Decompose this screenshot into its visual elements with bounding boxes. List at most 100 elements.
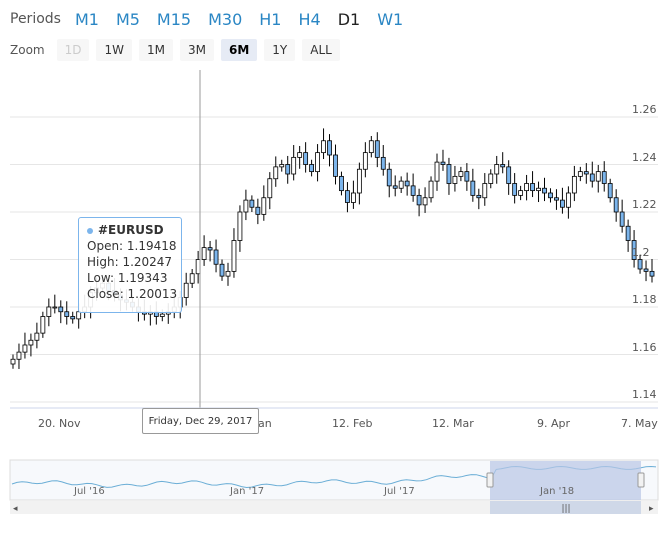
candle-body — [159, 313, 165, 317]
candle-body — [464, 171, 470, 182]
candle-body — [434, 161, 440, 182]
candle-body — [422, 197, 428, 206]
y-label: 1.2 — [632, 245, 650, 259]
candle-body — [10, 358, 16, 365]
candle-body — [303, 152, 309, 165]
x-label-12-mar: 12. Mar — [432, 417, 474, 430]
tooltip-open: Open: 1.19418 — [87, 239, 177, 253]
candle-body — [291, 156, 297, 175]
candle-body — [619, 211, 625, 227]
candle-body — [255, 206, 261, 215]
tooltip-close: Close: 1.20013 — [87, 287, 178, 301]
y-label: 1.18 — [632, 293, 657, 306]
candle-body — [625, 225, 631, 241]
candle-body — [339, 175, 344, 192]
zoom-label: Zoom — [10, 43, 45, 57]
candle-body — [261, 197, 267, 215]
candle-body — [52, 306, 58, 309]
candle-body — [428, 180, 434, 199]
period-m5[interactable]: M5 — [116, 10, 140, 29]
zoom-all-button[interactable]: ALL — [302, 39, 340, 61]
periods-label: Periods — [10, 11, 61, 27]
candle-body — [345, 190, 350, 203]
scroll-right-arrow-icon[interactable]: ▸ — [649, 504, 654, 514]
candle-body — [327, 140, 332, 156]
candle-body — [40, 316, 46, 334]
candle-body — [446, 164, 452, 184]
candle-body — [512, 183, 518, 196]
tooltip-low: Low: 1.19343 — [87, 271, 168, 285]
candle-body — [189, 273, 195, 284]
candle-body — [22, 344, 28, 353]
candle-body — [16, 351, 22, 360]
nav-label-jul-17: Jul '17 — [384, 486, 415, 497]
candle-body — [183, 282, 189, 298]
nav-label-jan-17: Jan '17 — [230, 486, 265, 497]
candle-body — [213, 249, 219, 265]
zoom-1m-button[interactable]: 1M — [138, 39, 173, 61]
y-label: 1.22 — [632, 198, 657, 211]
scrollbar-grip-icon: ||| — [561, 504, 570, 514]
candle-body — [309, 164, 314, 173]
candle-body — [506, 166, 512, 184]
candle-body — [452, 175, 458, 184]
candle-body — [34, 332, 40, 341]
candle-body — [237, 211, 243, 241]
candle-body — [333, 154, 338, 177]
candle-body — [70, 316, 76, 320]
period-w1[interactable]: W1 — [377, 10, 403, 29]
candle-body — [470, 180, 476, 196]
candle-body — [207, 247, 213, 251]
candle-body — [201, 247, 207, 260]
series-dot-icon — [87, 227, 93, 234]
navigator-handle-right[interactable] — [637, 472, 645, 488]
candle-body — [488, 173, 494, 184]
candle-body — [476, 194, 482, 199]
y-label: 1.26 — [632, 103, 657, 116]
candle-body — [595, 171, 601, 182]
x-label-7-may: 7. May — [621, 417, 658, 430]
candle-body — [542, 187, 547, 194]
candle-body — [637, 259, 643, 270]
candle-body — [577, 171, 583, 177]
candle-body — [225, 270, 231, 277]
zoom-1w-button[interactable]: 1W — [96, 39, 132, 61]
candle-body — [548, 192, 553, 199]
candle-body — [368, 140, 374, 154]
period-d1[interactable]: D1 — [338, 10, 361, 29]
candle-body — [404, 180, 410, 187]
candle-body — [554, 197, 559, 201]
y-label: 1.24 — [632, 150, 657, 164]
zoom-1y-button[interactable]: 1Y — [264, 39, 296, 61]
candle-body — [321, 140, 326, 154]
candle-body — [560, 199, 565, 208]
candle-body — [243, 199, 249, 213]
y-label: 1.14 — [632, 388, 657, 401]
candle-body — [494, 164, 500, 175]
zoom-6m-button[interactable]: 6M — [220, 39, 258, 61]
period-m15[interactable]: M15 — [157, 10, 191, 29]
zoom-3m-button[interactable]: 3M — [179, 39, 214, 61]
scroll-left-arrow-icon[interactable]: ◂ — [13, 504, 18, 514]
candle-body — [601, 171, 607, 184]
nav-label-jul-16: Jul '16 — [74, 486, 105, 497]
navigator-handle-left[interactable] — [486, 472, 494, 488]
candle-body — [392, 185, 398, 189]
candle-body — [613, 197, 619, 213]
candle-body — [583, 171, 589, 175]
tooltip-high: High: 1.20247 — [87, 255, 173, 269]
periods-bar: Periods M1 M5 M15 M30 H1 H4 D1 W1 — [10, 6, 420, 32]
period-m1[interactable]: M1 — [75, 10, 99, 29]
candle-body — [398, 180, 404, 189]
candle-body — [482, 183, 488, 199]
candle-body — [643, 268, 649, 272]
candle-body — [386, 168, 392, 187]
candle-body — [231, 240, 237, 272]
candle-body — [362, 152, 368, 170]
candle-body — [64, 311, 70, 317]
period-h4[interactable]: H4 — [298, 10, 320, 29]
period-h1[interactable]: H1 — [259, 10, 281, 29]
period-m30[interactable]: M30 — [208, 10, 242, 29]
candle-body — [565, 192, 571, 208]
candle-body — [524, 183, 529, 192]
